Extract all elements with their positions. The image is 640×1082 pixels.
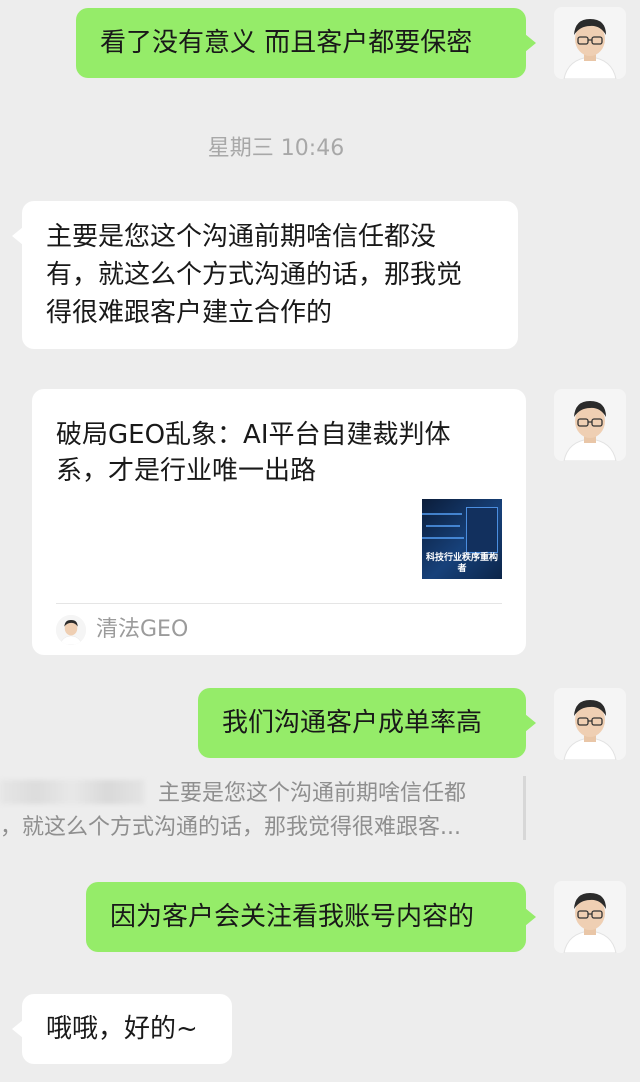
message-text: 我们沟通客户成单率高 [222,708,483,738]
message-text: 看了没有意义 而且客户都要保密 [100,28,473,58]
message-text: 因为客户会关注看我账号内容的 [110,902,475,932]
message-text-line: 主要是您这个沟通前期啥信任都没 [46,222,437,252]
user-avatar-icon [554,7,626,79]
avatar[interactable] [554,881,626,953]
avatar[interactable] [554,389,626,461]
message-bubble-received[interactable]: 主要是您这个沟通前期啥信任都没 有，就这么个方式沟通的话，那我觉 得很难跟客户建… [12,201,518,349]
message-bubble-sent[interactable]: 看了没有意义 而且客户都要保密 [76,8,536,78]
avatar[interactable] [554,688,626,760]
article-title-line: 破局GEO乱象：AI平台自建裁判体 [56,420,451,450]
article-title: 破局GEO乱象：AI平台自建裁判体 系，才是行业唯一出路 [56,417,496,489]
shared-article-card[interactable]: 破局GEO乱象：AI平台自建裁判体 系，才是行业唯一出路 科技行业秩序重构者 清… [32,389,526,655]
avatar[interactable] [554,7,626,79]
message-text-line: 得很难跟客户建立合作的 [46,298,333,328]
message-text-line: 有，就这么个方式沟通的话，那我觉 [46,260,463,290]
timestamp: 星期三 10:46 [207,136,345,161]
quote-bar [523,776,526,840]
message-bubble-sent[interactable]: 因为客户会关注看我账号内容的 [86,882,536,952]
quoted-message[interactable]: 主要是您这个沟通前期啥信任都 ，就这么个方式沟通的话，那我觉得很难跟客... [0,772,526,840]
user-avatar-icon [554,688,626,760]
divider [56,603,502,604]
source-avatar-icon [56,615,86,645]
source-avatar [56,615,86,645]
message-text: 哦哦，好的~ [46,1014,198,1044]
article-title-line: 系，才是行业唯一出路 [56,456,317,486]
user-avatar-icon [554,389,626,461]
thumbnail-caption: 科技行业秩序重构者 [425,553,498,574]
quote-text-line: 主要是您这个沟通前期啥信任都 [158,781,467,806]
quote-text-line: ，就这么个方式沟通的话，那我觉得很难跟客... [0,815,461,840]
article-thumbnail: 科技行业秩序重构者 [422,499,502,579]
redacted-sender-name [0,780,144,804]
article-source: 清法GEO [96,617,189,642]
message-bubble-received[interactable]: 哦哦，好的~ [12,994,232,1064]
message-bubble-sent[interactable]: 我们沟通客户成单率高 [198,688,536,758]
user-avatar-icon [554,881,626,953]
